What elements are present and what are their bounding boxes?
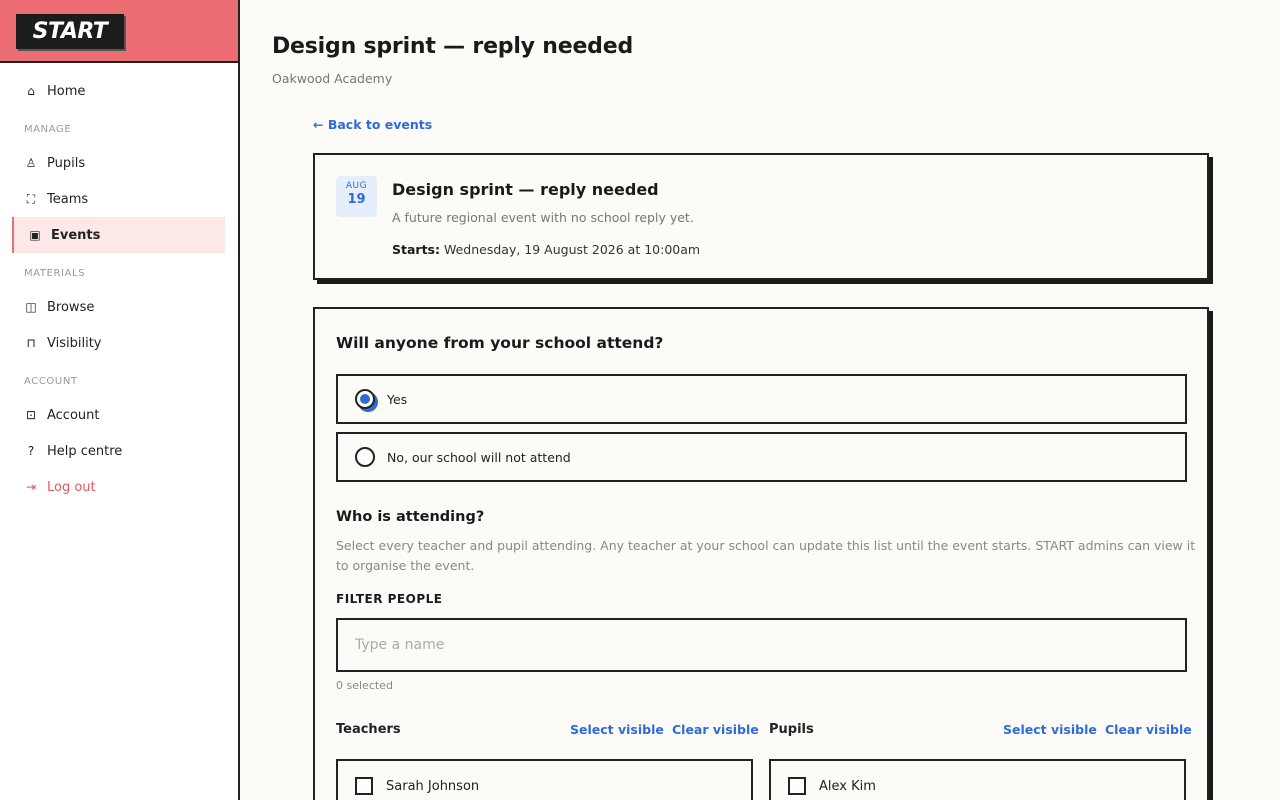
sidebar-item-logout[interactable]: ⇥ Log out	[12, 469, 225, 505]
sidebar-item-home[interactable]: ⌂ Home	[12, 73, 225, 109]
sidebar-item-browse[interactable]: ◫ Browse	[12, 289, 225, 325]
radio-no[interactable]	[355, 447, 375, 467]
sidebar-item-label: Account	[47, 407, 100, 423]
radio-label: No, our school will not attend	[387, 449, 571, 465]
pupils-clear-visible-link[interactable]: Clear visible	[1105, 722, 1192, 737]
sidebar-item-pupils[interactable]: ♙ Pupils	[12, 145, 225, 181]
home-icon: ⌂	[27, 84, 35, 98]
event-description: A future regional event with no school r…	[392, 210, 694, 225]
section-label-account: ACCOUNT	[24, 376, 78, 387]
sidebar-item-teams[interactable]: ⛶ Teams	[12, 181, 225, 217]
selected-count: 0 selected	[336, 679, 393, 692]
date-badge: AUG 19	[336, 176, 377, 217]
calendar-icon: ▣	[29, 228, 41, 242]
sidebar-item-help[interactable]: ? Help centre	[12, 433, 225, 469]
logout-icon: ⇥	[25, 480, 37, 494]
pupils-heading: Pupils	[769, 722, 814, 737]
sidebar-item-label: Pupils	[47, 155, 86, 171]
back-to-events-link[interactable]: ← Back to events	[313, 117, 432, 132]
attendance-reply-card: Will anyone from your school attend? Yes…	[313, 307, 1209, 800]
sidebar-item-label: Browse	[47, 299, 95, 315]
event-start-time: Starts: Wednesday, 19 August 2026 at 10:…	[392, 242, 700, 257]
event-summary-card: AUG 19 Design sprint — reply needed A fu…	[313, 153, 1209, 280]
sidebar-item-label: Log out	[47, 479, 96, 495]
person-icon: ♙	[25, 156, 37, 170]
help-icon: ?	[27, 444, 35, 458]
teachers-heading: Teachers	[336, 722, 401, 737]
radio-label: Yes	[387, 391, 408, 407]
person-name: Sarah Johnson	[386, 778, 480, 794]
sidebar-item-visibility[interactable]: ⊓ Visibility	[12, 325, 225, 361]
radio-option-no[interactable]: No, our school will not attend	[336, 432, 1187, 482]
page-title: Design sprint — reply needed	[272, 34, 633, 59]
filter-people-input[interactable]	[336, 618, 1187, 672]
filter-people-label: FILTER PEOPLE	[336, 592, 443, 606]
pupils-select-visible-link[interactable]: Select visible	[1003, 722, 1097, 737]
teachers-select-visible-link[interactable]: Select visible	[570, 722, 664, 737]
who-attending-heading: Who is attending?	[336, 509, 485, 525]
sidebar-item-label: Help centre	[47, 443, 123, 459]
book-icon: ◫	[25, 300, 37, 314]
radio-yes[interactable]	[355, 389, 375, 409]
checkbox[interactable]	[788, 777, 806, 795]
date-month: AUG	[345, 181, 368, 191]
attendance-question: Will anyone from your school attend?	[336, 334, 664, 352]
lock-icon: ⊓	[26, 336, 36, 350]
sidebar-item-label: Events	[51, 227, 101, 243]
pupil-list-item[interactable]: Alex Kim	[769, 759, 1186, 800]
sidebar-item-label: Teams	[47, 191, 89, 207]
starts-value: Wednesday, 19 August 2026 at 10:00am	[443, 242, 701, 257]
teacher-list-item[interactable]: Sarah Johnson	[336, 759, 753, 800]
brand-header: START	[0, 0, 238, 63]
teachers-clear-visible-link[interactable]: Clear visible	[672, 722, 759, 737]
account-icon: ⊡	[25, 408, 37, 422]
sidebar-item-events[interactable]: ▣ Events	[12, 217, 225, 253]
section-label-materials: MATERIALS	[24, 268, 86, 279]
sidebar-item-label: Visibility	[47, 335, 102, 351]
event-title: Design sprint — reply needed	[392, 180, 659, 199]
team-icon: ⛶	[26, 192, 36, 206]
sidebar-item-account[interactable]: ⊡ Account	[12, 397, 225, 433]
person-name: Alex Kim	[819, 778, 876, 794]
sidebar-item-label: Home	[47, 83, 86, 99]
start-logo[interactable]: START	[16, 14, 124, 49]
radio-option-yes[interactable]: Yes	[336, 374, 1187, 424]
checkbox[interactable]	[355, 777, 373, 795]
date-day: 19	[347, 192, 366, 207]
section-label-manage: MANAGE	[24, 124, 72, 135]
sidebar: START ⌂ Home MANAGE ♙ Pupils ⛶ Teams ▣ E…	[0, 0, 240, 800]
school-name: Oakwood Academy	[272, 71, 393, 86]
who-attending-description: Select every teacher and pupil attending…	[336, 538, 1196, 573]
starts-label: Starts:	[392, 242, 440, 257]
